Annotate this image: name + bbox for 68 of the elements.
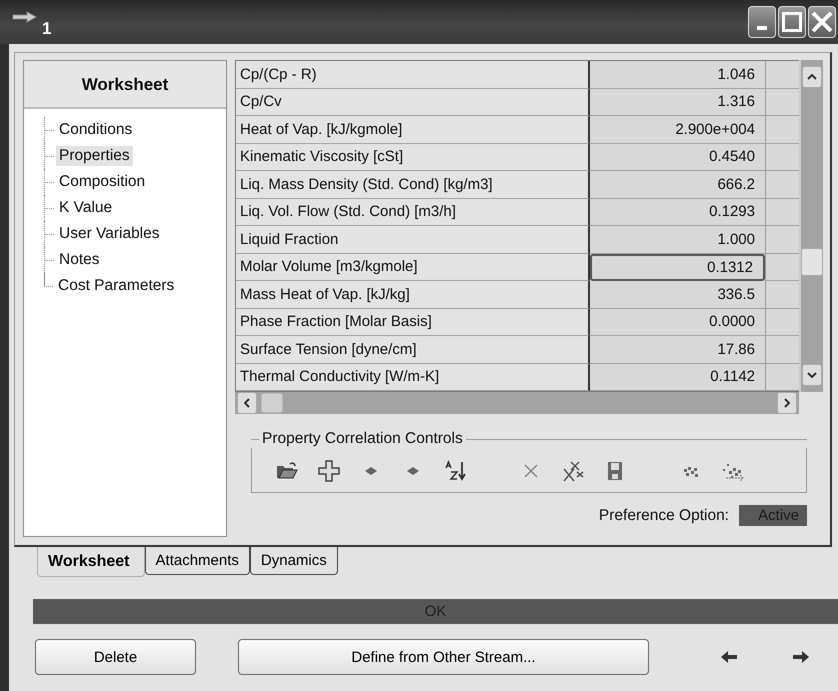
property-value[interactable]: 0.1312 — [590, 254, 765, 281]
tree-item[interactable]: Properties — [56, 146, 133, 166]
property-value[interactable]: 0.4540 — [590, 144, 765, 171]
tree-item[interactable]: Conditions — [56, 120, 136, 140]
tab[interactable]: Attachments — [144, 547, 250, 575]
property-value[interactable]: 0.1293 — [590, 198, 765, 226]
tree-item[interactable]: Cost Parameters — [55, 276, 178, 296]
x-icon — [561, 459, 585, 483]
property-name: Thermal Conductivity [W/m-K] — [236, 364, 590, 391]
arrow-icon — [12, 11, 38, 23]
tree-item[interactable]: Composition — [56, 172, 148, 192]
down-chevron-icon — [807, 372, 817, 378]
diamond-icon — [365, 467, 377, 475]
diamond-icon — [407, 467, 419, 475]
preference-value: Active — [739, 505, 807, 526]
window-title: 1 — [42, 19, 52, 39]
horizontal-scrollbar[interactable] — [235, 392, 799, 414]
property-name: Molar Volume [m3/kgmole] — [236, 254, 590, 281]
scrollbar-thumb[interactable] — [261, 393, 283, 413]
property-value[interactable]: 1.046 — [590, 61, 765, 88]
property-name: Mass Heat of Vap. [kJ/kg] — [236, 281, 590, 308]
scroll-down-button[interactable] — [802, 364, 822, 386]
tree-item[interactable]: K Value — [56, 198, 116, 218]
tree-item[interactable]: User Variables — [56, 224, 163, 244]
plus-button[interactable] — [316, 458, 342, 484]
minimize-icon — [757, 26, 767, 30]
maximize-icon — [782, 12, 802, 32]
tree-item[interactable]: Notes — [56, 250, 102, 270]
vertical-scrollbar[interactable] — [799, 60, 823, 392]
property-value[interactable]: 0.1142 — [590, 364, 765, 391]
scroll-right-button[interactable] — [777, 392, 797, 414]
property-value[interactable]: 1.000 — [590, 226, 765, 254]
delete-button[interactable]: Delete — [35, 639, 196, 675]
up-chevron-icon — [807, 74, 817, 80]
left-chevron-icon — [244, 398, 250, 408]
minimize-button[interactable] — [748, 6, 776, 38]
property-name: Liquid Fraction — [236, 226, 590, 254]
property-name: Surface Tension [dyne/cm] — [236, 336, 590, 364]
sort-icon — [443, 459, 467, 483]
property-name: Heat of Vap. [kJ/kgmole] — [236, 116, 590, 144]
property-value[interactable]: 2.900e+004 — [590, 116, 765, 144]
tab[interactable]: Dynamics — [250, 547, 338, 575]
right-chevron-icon — [784, 398, 790, 408]
property-name: Phase Fraction [Molar Basis] — [236, 308, 590, 336]
close-button[interactable] — [808, 6, 836, 38]
navigator-header: Worksheet — [24, 61, 226, 109]
maximize-button[interactable] — [778, 6, 806, 38]
property-value[interactable]: 666.2 — [590, 171, 765, 198]
close-icon — [811, 11, 833, 33]
plus-icon — [317, 459, 341, 483]
tab[interactable]: Worksheet — [37, 547, 145, 577]
left-arrow-icon — [720, 650, 738, 664]
define-button[interactable]: Define from Other Stream... — [238, 639, 649, 675]
scroll-left-button[interactable] — [237, 392, 257, 414]
property-value[interactable]: 336.5 — [590, 281, 765, 308]
right-arrow-icon — [792, 650, 810, 664]
property-name: Liq. Vol. Flow (Std. Cond) [m3/h] — [236, 198, 590, 226]
scrollbar-thumb[interactable] — [801, 248, 823, 276]
group-title: Property Correlation Controls — [262, 430, 463, 448]
property-value[interactable]: 0.0000 — [590, 308, 765, 336]
property-value[interactable]: 17.86 — [590, 336, 765, 364]
property-name: Cp/(Cp - R) — [236, 61, 590, 88]
property-value[interactable]: 1.316 — [590, 88, 765, 116]
scroll-up-button[interactable] — [802, 66, 822, 88]
preference-label: Preference Option: — [598, 506, 729, 524]
property-name: Liq. Mass Density (Std. Cond) [kg/m3] — [236, 171, 590, 198]
property-name: Cp/Cv — [236, 88, 590, 116]
property-name: Kinematic Viscosity [cSt] — [236, 144, 590, 171]
